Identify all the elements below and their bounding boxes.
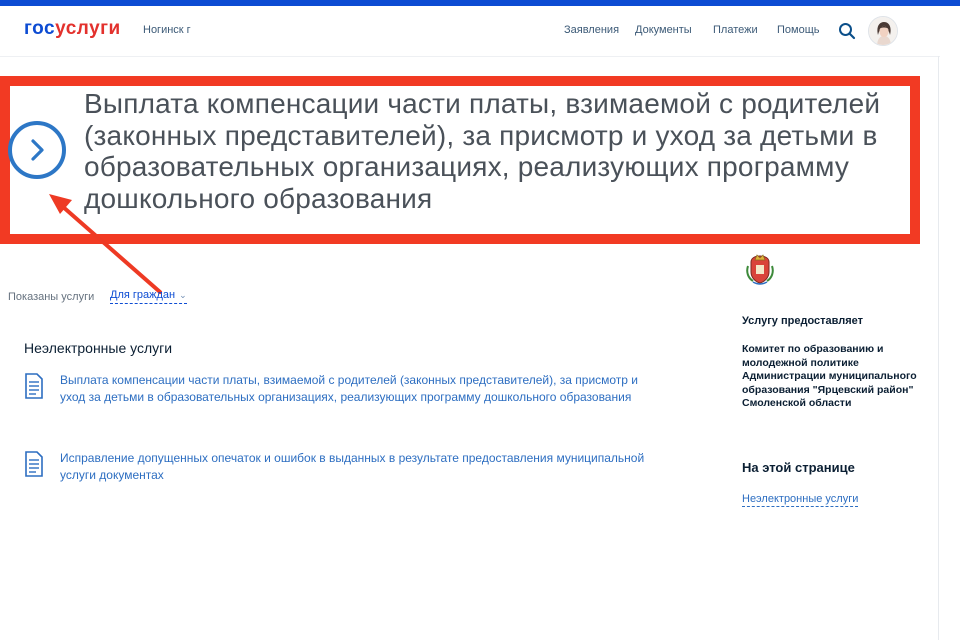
filter-label: Показаны услуги <box>8 291 95 303</box>
search-icon[interactable] <box>838 22 856 40</box>
logo-part-uslugi: услуги <box>55 18 121 39</box>
anchor-link-nonelectronic[interactable]: Неэлектронные услуги <box>742 493 859 507</box>
page-title: Выплата компенсации части платы, взимаем… <box>84 88 881 214</box>
section-title: Неэлектронные услуги <box>24 340 173 356</box>
service-link[interactable]: Выплата компенсации части платы, взимаем… <box>60 372 660 406</box>
header-divider <box>0 56 940 57</box>
coat-of-arms-icon <box>746 254 774 285</box>
content-right-border <box>938 56 939 640</box>
service-item[interactable]: Выплата компенсации части платы, взимаем… <box>24 372 664 428</box>
service-item[interactable]: Исправление допущенных опечаток и ошибок… <box>24 450 664 490</box>
nav-help[interactable]: Помощь <box>777 24 820 36</box>
nav-payments[interactable]: Платежи <box>713 24 758 36</box>
document-icon <box>25 373 43 399</box>
on-page-heading: На этой странице <box>742 460 855 475</box>
document-icon <box>25 451 43 477</box>
chevron-down-icon: ⌄ <box>179 290 187 300</box>
user-portrait-icon <box>869 17 897 45</box>
audience-filter-dropdown[interactable]: Для граждан ⌄ <box>110 289 187 304</box>
user-avatar[interactable] <box>868 16 898 46</box>
site-header: госуслуги Ногинск г Заявления Документы … <box>0 6 960 56</box>
nav-applications[interactable]: Заявления <box>564 24 619 36</box>
provider-heading: Услугу предоставляет <box>742 315 864 327</box>
expand-button[interactable] <box>8 121 66 179</box>
provider-name: Комитет по образованию и молодежной поли… <box>742 343 917 409</box>
logo-part-gos: гос <box>24 18 56 39</box>
chevron-right-icon <box>31 139 44 161</box>
service-link[interactable]: Исправление допущенных опечаток и ошибок… <box>60 450 660 484</box>
gosuslugi-logo[interactable]: госуслуги <box>24 18 121 40</box>
nav-documents[interactable]: Документы <box>635 24 692 36</box>
audience-filter-value: Для граждан <box>110 289 176 301</box>
location-selector[interactable]: Ногинск г <box>143 24 191 36</box>
